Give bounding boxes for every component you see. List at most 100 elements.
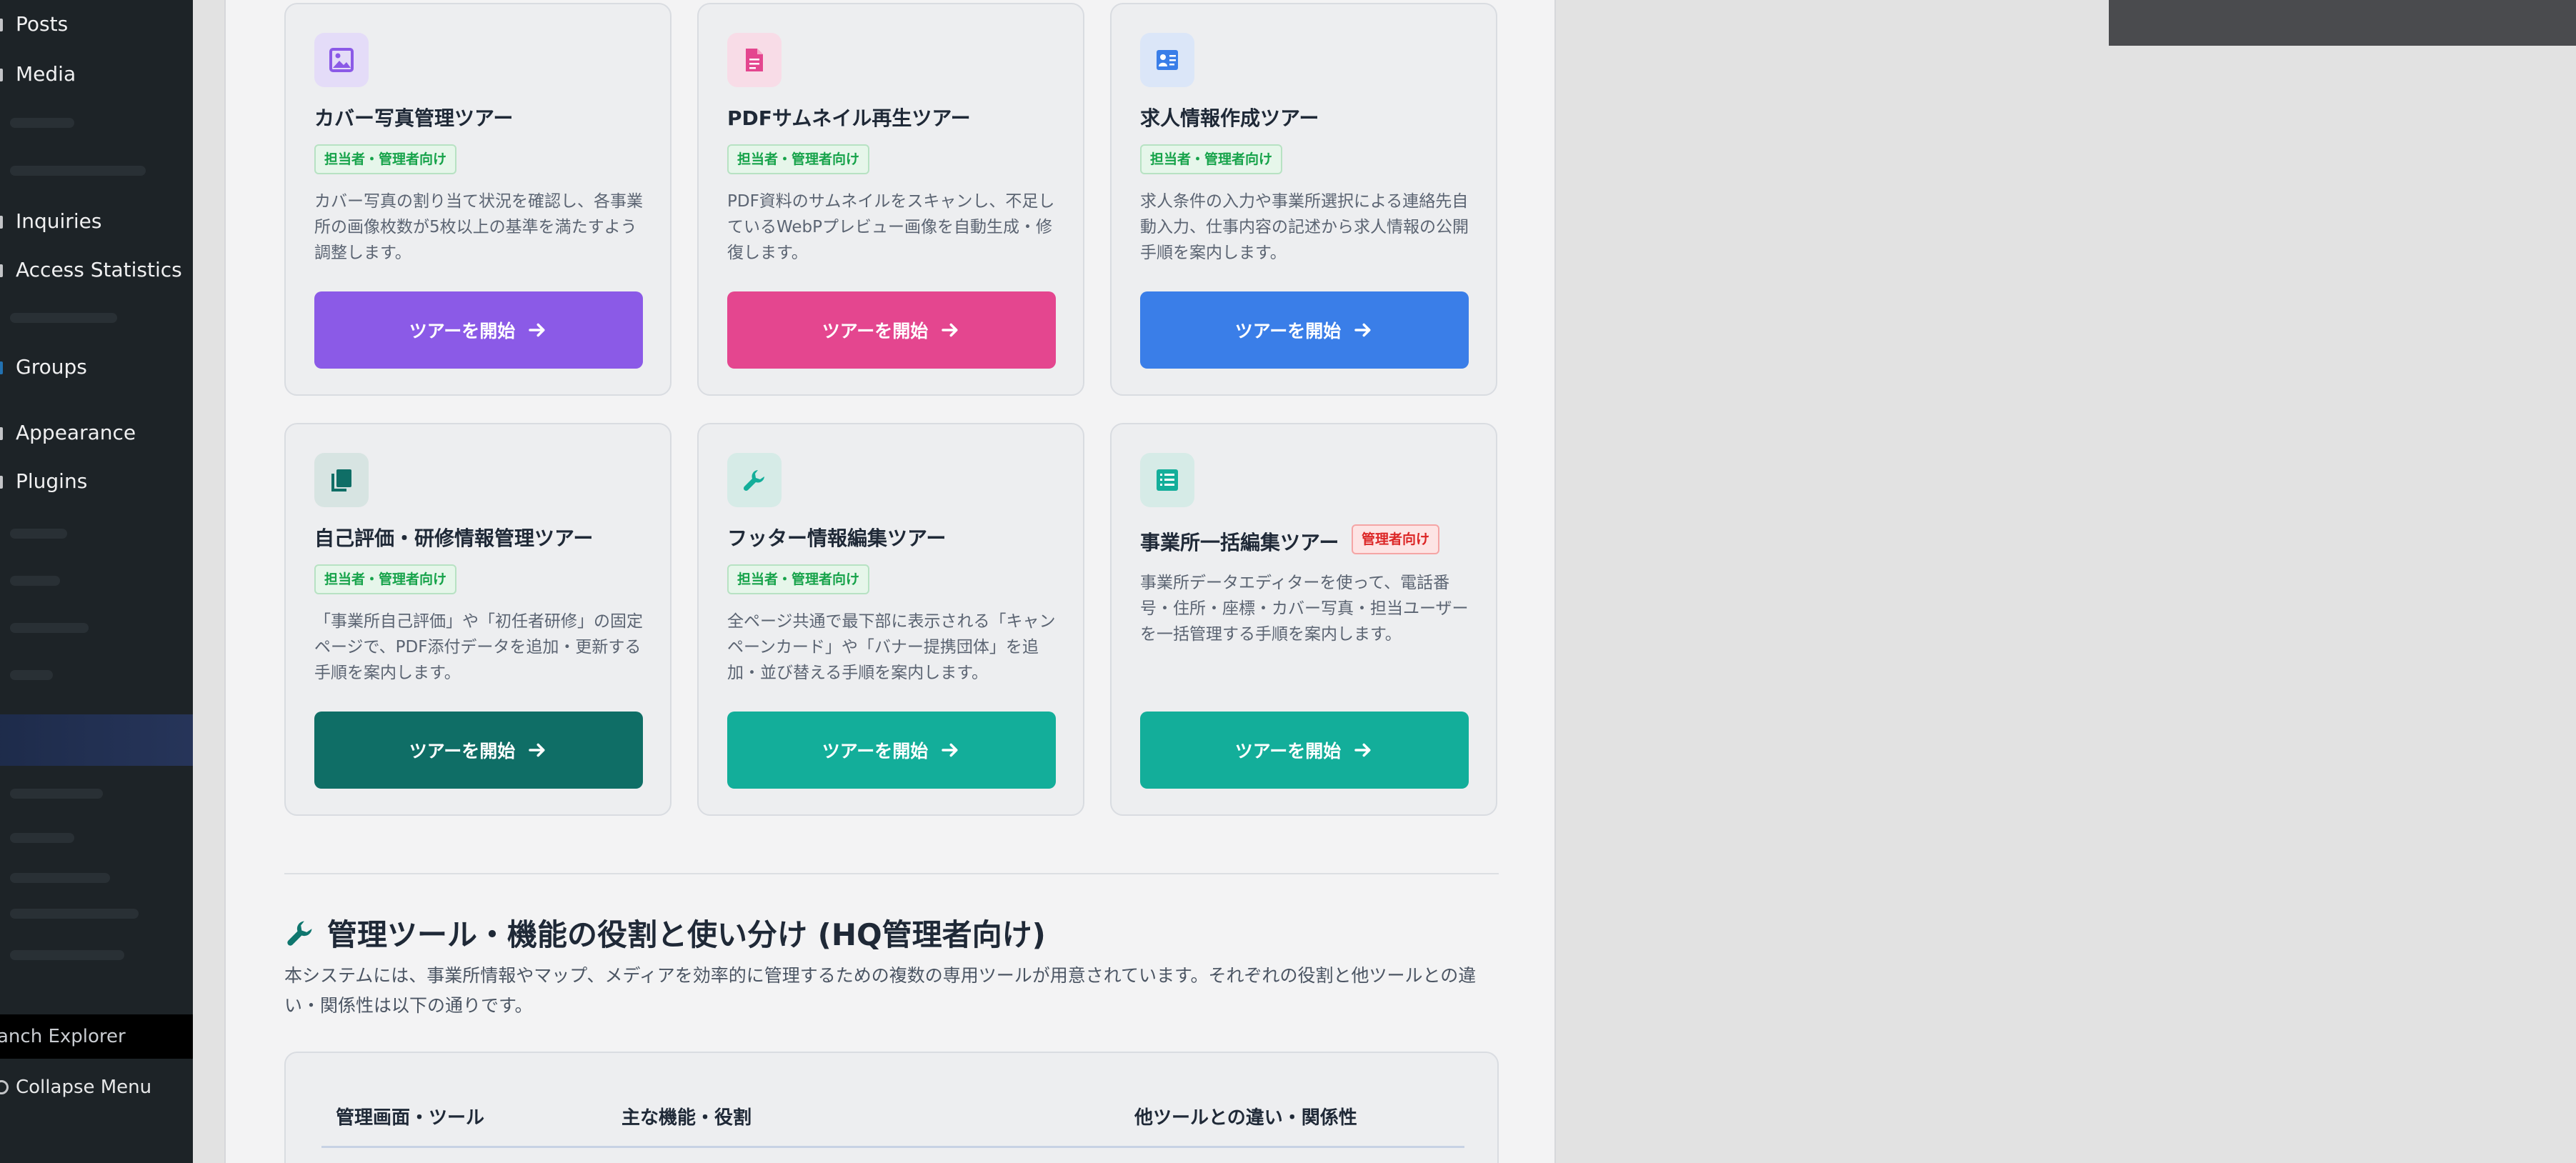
admin-sidebar: Posts Media Inquiries Access Statistics …	[0, 0, 193, 1163]
audience-badge: 担当者・管理者向け	[727, 144, 870, 174]
sidebar-blurred-item	[10, 950, 124, 960]
sidebar-item-inquiries[interactable]: Inquiries	[0, 209, 193, 234]
sidebar-blurred-item	[10, 789, 103, 799]
list-icon	[1140, 453, 1194, 507]
arrow-right-icon	[942, 743, 958, 757]
sidebar-item-label: Media	[16, 62, 76, 86]
tour-title: フッター情報編集ツアー	[727, 526, 947, 550]
tour-title: 自己評価・研修情報管理ツアー	[314, 526, 594, 550]
media-icon	[0, 69, 3, 81]
appearance-icon	[0, 427, 3, 440]
audience-badge: 管理者向け	[1352, 524, 1440, 554]
arrow-right-icon	[1354, 743, 1371, 757]
tools-table: 管理画面・ツール 主な機能・役割 他ツールとの違い・関係性	[284, 1052, 1499, 1163]
sidebar-blurred-item	[10, 909, 139, 919]
wrench-icon	[727, 453, 782, 507]
sidebar-item-label: Access Statistics	[16, 258, 182, 281]
tour-card-pdf-thumbnail: PDFサムネイル再生ツアー 担当者・管理者向け PDF資料のサムネイルをスキャン…	[697, 3, 1084, 396]
audience-badge: 担当者・管理者向け	[1140, 144, 1283, 174]
sidebar-item-media[interactable]: Media	[0, 61, 193, 87]
sidebar-item-posts[interactable]: Posts	[0, 11, 193, 37]
audience-badge: 担当者・管理者向け	[727, 564, 870, 594]
section-divider	[284, 873, 1499, 874]
sidebar-item-label: Inquiries	[16, 209, 102, 233]
sidebar-blurred-item	[10, 833, 74, 843]
tour-title: PDFサムネイル再生ツアー	[727, 106, 971, 130]
tour-description: 「事業所自己評価」や「初任者研修」の固定ページで、PDF添付データを追加・更新す…	[314, 612, 643, 682]
tour-description: 事業所データエディターを使って、電話番号・住所・座標・カバー写真・担当ユーザーを…	[1140, 574, 1469, 644]
table-header-tool: 管理画面・ツール	[336, 1107, 485, 1129]
wrench-icon	[287, 921, 312, 946]
arrow-right-icon	[1354, 323, 1371, 337]
start-tour-label: ツアーを開始	[409, 741, 516, 762]
sidebar-item-access-statistics[interactable]: Access Statistics	[0, 257, 193, 283]
table-header-relation: 他ツールとの違い・関係性	[1134, 1107, 1357, 1129]
table-header-function: 主な機能・役割	[621, 1107, 752, 1129]
collapse-icon	[0, 1080, 9, 1094]
sidebar-blurred-item	[10, 623, 89, 633]
start-tour-label: ツアーを開始	[409, 321, 516, 341]
tour-title: カバー写真管理ツアー	[314, 106, 514, 130]
sidebar-item-label: Groups	[16, 355, 87, 379]
tour-card-bulk-edit: 事業所一括編集ツアー 管理者向け 事業所データエディターを使って、電話番号・住所…	[1110, 423, 1497, 816]
groups-icon	[0, 361, 3, 374]
tour-card-footer-edit: フッター情報編集ツアー 担当者・管理者向け 全ページ共通で最下部に表示される「キ…	[697, 423, 1084, 816]
start-tour-label: ツアーを開始	[822, 741, 929, 762]
sidebar-current-item[interactable]	[0, 714, 193, 766]
arrow-right-icon	[529, 323, 545, 337]
statistics-icon	[0, 264, 3, 277]
sidebar-blurred-item	[10, 313, 117, 323]
tour-card-self-evaluation: 自己評価・研修情報管理ツアー 担当者・管理者向け 「事業所自己評価」や「初任者研…	[284, 423, 672, 816]
tour-description: PDF資料のサムネイルをスキャンし、不足しているWebPプレビュー画像を自動生成…	[727, 192, 1055, 262]
sidebar-blurred-item	[10, 670, 53, 680]
tour-card-cover-photo: カバー写真管理ツアー 担当者・管理者向け カバー写真の割り当て状況を確認し、各事…	[284, 3, 672, 396]
arrow-right-icon	[529, 743, 545, 757]
tour-description: 求人条件の入力や事業所選択による連絡先自動入力、仕事内容の記述から求人情報の公開…	[1140, 192, 1469, 262]
sidebar-blurred-item	[10, 118, 74, 128]
tour-title: 事業所一括編集ツアー	[1140, 531, 1339, 554]
sidebar-item-plugins[interactable]: Plugins	[0, 469, 193, 494]
start-tour-button[interactable]: ツアーを開始	[314, 291, 643, 369]
sidebar-item-label: anch Explorer	[0, 1026, 126, 1047]
documents-icon	[314, 453, 369, 507]
start-tour-button[interactable]: ツアーを開始	[314, 712, 643, 789]
sidebar-blurred-item	[10, 166, 146, 176]
collapse-menu-button[interactable]: Collapse Menu	[0, 1073, 193, 1102]
start-tour-button[interactable]: ツアーを開始	[1140, 291, 1469, 369]
posts-icon	[0, 19, 3, 31]
section-title: 管理ツール・機能の役割と使い分け (HQ管理者向け)	[327, 917, 1046, 952]
sidebar-item-groups[interactable]: Groups	[0, 354, 193, 380]
sidebar-item-appearance[interactable]: Appearance	[0, 420, 193, 446]
start-tour-button[interactable]: ツアーを開始	[727, 291, 1056, 369]
sidebar-item-label: Posts	[16, 12, 69, 36]
inquiries-icon	[0, 216, 3, 229]
sidebar-item-label: Plugins	[16, 469, 88, 493]
audience-badge: 担当者・管理者向け	[314, 564, 457, 594]
tour-card-job-posting: 求人情報作成ツアー 担当者・管理者向け 求人条件の入力や事業所選択による連絡先自…	[1110, 3, 1497, 396]
section-description: 本システムには、事業所情報やマップ、メディアを効率的に管理するための複数の専用ツ…	[284, 965, 1477, 1016]
start-tour-button[interactable]: ツアーを開始	[727, 712, 1056, 789]
collapse-menu-label: Collapse Menu	[16, 1077, 152, 1098]
main-content-panel: カバー写真管理ツアー 担当者・管理者向け カバー写真の割り当て状況を確認し、各事…	[224, 0, 1556, 1163]
pdf-file-icon	[727, 33, 782, 87]
start-tour-label: ツアーを開始	[1234, 741, 1342, 762]
start-tour-label: ツアーを開始	[1234, 321, 1342, 341]
id-card-icon	[1140, 33, 1194, 87]
arrow-right-icon	[942, 323, 958, 337]
section-heading: 管理ツール・機能の役割と使い分け (HQ管理者向け)	[286, 911, 1046, 954]
tour-description: カバー写真の割り当て状況を確認し、各事業所の画像枚数が5枚以上の基準を満たすよう…	[314, 192, 643, 262]
overlay-bar	[2109, 0, 2576, 46]
sidebar-blurred-item	[10, 576, 60, 586]
sidebar-item-label: Appearance	[16, 421, 136, 444]
tour-description: 全ページ共通で最下部に表示される「キャンペーンカード」や「バナー提携団体」を追加…	[727, 612, 1056, 682]
sidebar-blurred-item	[10, 873, 110, 883]
sidebar-blurred-item	[10, 529, 67, 539]
start-tour-button[interactable]: ツアーを開始	[1140, 712, 1469, 789]
start-tour-label: ツアーを開始	[822, 321, 929, 341]
sidebar-item-branch-explorer[interactable]: anch Explorer	[0, 1014, 193, 1059]
plugins-icon	[0, 476, 3, 489]
image-icon	[314, 33, 369, 87]
table-header-underline	[321, 1146, 1464, 1148]
tour-title: 求人情報作成ツアー	[1140, 106, 1319, 130]
audience-badge: 担当者・管理者向け	[314, 144, 457, 174]
